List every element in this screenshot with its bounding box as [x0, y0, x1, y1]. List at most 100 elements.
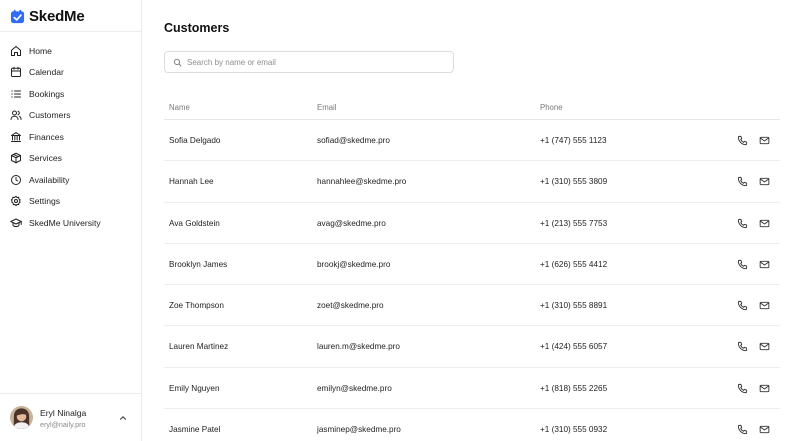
sidebar-item-label: Settings [29, 196, 61, 207]
column-header-name: Name [169, 103, 190, 112]
mail-icon [759, 425, 770, 434]
customer-email: hannahlee@skedme.pro [317, 177, 407, 187]
avatar [10, 406, 33, 429]
clock-icon [11, 174, 21, 185]
table-row[interactable]: Ava Goldstein avag@skedme.pro +1 (213) 5… [164, 203, 780, 244]
sidebar: SkedMe Home Calendar Bookings Customers … [0, 0, 142, 441]
call-button[interactable] [737, 176, 748, 187]
user-profile[interactable]: Eryl Ninalga eryl@naily.pro [0, 393, 141, 441]
customer-phone: +1 (310) 555 3809 [540, 177, 608, 187]
mail-icon [759, 260, 770, 269]
phone-icon [737, 342, 748, 352]
email-button[interactable] [759, 135, 770, 146]
sidebar-nav: Home Calendar Bookings Customers Finance… [0, 40, 141, 234]
logo[interactable]: SkedMe [10, 6, 85, 26]
column-header-email: Email [317, 103, 337, 112]
box-icon [11, 153, 21, 164]
call-button[interactable] [737, 259, 748, 270]
bank-icon [11, 131, 21, 142]
customer-email: brookj@skedme.pro [317, 259, 391, 269]
chevron-up-icon[interactable] [118, 413, 128, 423]
sidebar-item-label: Availability [29, 174, 70, 185]
phone-icon [737, 383, 748, 393]
home-icon [11, 45, 21, 56]
customer-phone: +1 (213) 555 7753 [540, 218, 608, 228]
customer-email: avag@skedme.pro [317, 218, 386, 228]
email-button[interactable] [759, 300, 770, 311]
calendar-icon [11, 67, 21, 78]
customer-email: zoet@skedme.pro [317, 301, 384, 311]
table-row[interactable]: Lauren Martinez lauren.m@skedme.pro +1 (… [164, 326, 780, 368]
customer-name: Emily Nguyen [169, 383, 220, 393]
sidebar-item-bookings[interactable]: Bookings [0, 83, 141, 105]
table-header: Name Email Phone [164, 96, 780, 120]
mail-icon [759, 219, 770, 227]
customer-email: lauren.m@skedme.pro [317, 342, 400, 352]
phone-icon [737, 301, 748, 311]
email-button[interactable] [759, 176, 770, 187]
customer-email: sofiad@skedme.pro [317, 136, 390, 145]
mail-icon [759, 384, 770, 392]
mail-icon [759, 136, 770, 145]
sidebar-item-calendar[interactable]: Calendar [0, 62, 141, 84]
customer-phone: +1 (818) 555 2265 [540, 383, 608, 393]
customer-table-body: Sofia Delgado sofiad@skedme.pro +1 (747)… [164, 120, 780, 441]
table-row[interactable]: Hannah Lee hannahlee@skedme.pro +1 (310)… [164, 161, 780, 203]
phone-icon [737, 218, 748, 228]
sidebar-item-label: Calendar [29, 67, 64, 78]
page-title: Customers [164, 21, 230, 35]
customer-email: jasminep@skedme.pro [317, 425, 401, 435]
customer-name: Sofia Delgado [169, 136, 221, 145]
search-input[interactable] [187, 57, 447, 67]
mail-icon [759, 343, 770, 351]
call-button[interactable] [737, 383, 748, 394]
customer-phone: +1 (310) 555 8891 [540, 301, 608, 311]
call-button[interactable] [737, 135, 748, 146]
email-button[interactable] [759, 424, 770, 435]
graduation-cap-icon [10, 218, 22, 227]
email-button[interactable] [759, 259, 770, 270]
call-button[interactable] [737, 300, 748, 311]
search-icon [173, 58, 182, 67]
mail-icon [759, 178, 770, 186]
email-button[interactable] [759, 341, 770, 352]
call-button[interactable] [737, 218, 748, 229]
sidebar-item-availability[interactable]: Availability [0, 169, 141, 191]
sidebar-item-services[interactable]: Services [0, 148, 141, 170]
user-name: Eryl Ninalga [40, 408, 87, 418]
list-icon [11, 90, 21, 98]
mail-icon [759, 302, 770, 310]
gear-icon [10, 196, 21, 207]
customer-phone: +1 (424) 555 6057 [540, 342, 608, 352]
phone-icon [737, 135, 748, 146]
table-row[interactable]: Zoe Thompson zoet@skedme.pro +1 (310) 55… [164, 285, 780, 327]
users-icon [10, 110, 22, 121]
table-row[interactable]: Emily Nguyen emilyn@skedme.pro +1 (818) … [164, 368, 780, 410]
call-button[interactable] [737, 341, 748, 352]
sidebar-item-customers[interactable]: Customers [0, 105, 141, 127]
table-row[interactable]: Brooklyn James brookj@skedme.pro +1 (626… [164, 244, 780, 286]
customer-phone: +1 (747) 555 1123 [540, 136, 607, 145]
customer-name: Ava Goldstein [169, 218, 220, 228]
email-button[interactable] [759, 383, 770, 394]
main-content: Customers Name Email Phone Sofia Delgado… [142, 0, 800, 441]
column-header-phone: Phone [540, 103, 563, 112]
search-box[interactable] [164, 51, 454, 73]
sidebar-item-settings[interactable]: Settings [0, 191, 141, 213]
sidebar-item-home[interactable]: Home [0, 40, 141, 62]
table-row[interactable]: Jasmine Patel jasminep@skedme.pro +1 (31… [164, 409, 780, 441]
logo-text: SkedMe [29, 7, 85, 25]
user-email: eryl@naily.pro [40, 420, 86, 429]
sidebar-item-skedme-university[interactable]: SkedMe University [0, 212, 141, 234]
sidebar-item-finances[interactable]: Finances [0, 126, 141, 148]
call-button[interactable] [737, 424, 748, 435]
sidebar-item-label: SkedMe University [29, 217, 101, 228]
sidebar-item-label: Services [29, 153, 62, 164]
customer-phone: +1 (310) 555 0932 [540, 425, 608, 435]
customer-name: Lauren Martinez [169, 342, 229, 352]
email-button[interactable] [759, 218, 770, 229]
table-row[interactable]: Sofia Delgado sofiad@skedme.pro +1 (747)… [164, 120, 780, 162]
phone-icon [737, 177, 748, 187]
customer-name: Hannah Lee [169, 177, 214, 187]
sidebar-item-label: Home [29, 45, 52, 56]
